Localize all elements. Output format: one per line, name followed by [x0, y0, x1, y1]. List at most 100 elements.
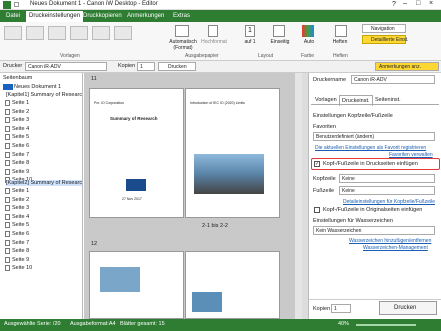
page-icon [5, 248, 10, 255]
tab-datei[interactable]: Datei [3, 11, 23, 22]
page-icon [5, 100, 10, 106]
kopien-input[interactable]: 1 [137, 62, 155, 71]
printer-name-select[interactable]: Canon iR-ADV [351, 75, 435, 84]
tree-page-item[interactable]: Seite 2 [12, 109, 29, 115]
group-ausgabepapier-label: Ausgabepapier [185, 53, 219, 59]
anmerkungen-toggle[interactable]: Anmerkungen anz. [375, 62, 439, 71]
watermark-manage-link[interactable]: Wasserzeichen-Management [363, 245, 428, 251]
layout-icon: 1 [245, 25, 255, 37]
navigation-button[interactable]: Navigation [362, 24, 406, 33]
page-icon [5, 222, 10, 229]
footer-kopien-input[interactable]: 1 [331, 304, 351, 313]
vorlage-2[interactable] [26, 26, 44, 40]
vorlage-6[interactable] [114, 26, 132, 40]
register-favorite-link[interactable]: Die aktuellen Einstellungen als Favorit … [315, 145, 426, 151]
page-number-1: 11 [91, 76, 97, 82]
tree-page-item[interactable]: Seite 8 [12, 160, 29, 166]
tree-page-item[interactable]: Seite 2 [12, 197, 29, 203]
page-icon [5, 143, 10, 149]
tree-page-item[interactable]: Seite 4 [12, 126, 29, 132]
tree-page-item[interactable]: Seite 1 [12, 188, 29, 194]
page-icon [5, 160, 10, 167]
favoriten-select[interactable]: Benutzerdefiniert (ändern) [313, 132, 435, 141]
tree-page-item[interactable]: Seite 3 [12, 205, 29, 211]
menu-bar: Datei Druckeinstellungen Druckkopieren A… [0, 10, 441, 22]
tab-extras[interactable]: Extras [170, 11, 193, 22]
maximize-button[interactable]: □ [416, 0, 420, 7]
watermark-select[interactable]: Kein Wasserzeichen [313, 226, 435, 235]
anmerkungen-label: Anmerkungen anz. [379, 64, 421, 70]
layout-button[interactable]: auf 1 [240, 39, 260, 45]
preview-page-4[interactable] [185, 251, 280, 319]
tab-seiteninst[interactable]: Seiteninst. [375, 97, 401, 103]
farbe-auto-button[interactable]: Auto [300, 39, 318, 45]
tree-chapter-2[interactable]: [Kapitel2] Summary of Researc [6, 180, 83, 186]
page-icon [5, 168, 10, 175]
kopfzeile-select[interactable]: Keine [339, 174, 435, 183]
heften-button[interactable]: Heften [330, 39, 350, 45]
tree-page-item[interactable]: Seite 8 [12, 248, 29, 254]
preview-scrollbar[interactable] [295, 73, 302, 319]
preview-area[interactable]: 11 Pcr. IO Corporation Summary of Resear… [84, 73, 302, 319]
tree-page-item[interactable]: Seite 5 [12, 222, 29, 228]
tree-page-item[interactable]: Seite 4 [12, 214, 29, 220]
vorlage-3[interactable] [48, 26, 66, 40]
close-button[interactable]: × [429, 0, 433, 7]
drucken-button[interactable]: Drucken [158, 62, 196, 71]
zoom-slider[interactable] [356, 324, 416, 326]
kopien-label: Kopien [118, 63, 136, 69]
print-button-label: Drucken [394, 305, 417, 311]
favoriten-label: Favoriten [313, 124, 336, 130]
color-icon [302, 25, 314, 37]
page-icon [5, 188, 10, 194]
drucker-select[interactable]: Canon iR-ADV [25, 62, 107, 71]
tab-druckkopieren[interactable]: Druckkopieren [80, 11, 125, 22]
header-footer-checkbox[interactable]: ✓ [314, 161, 320, 167]
pane-footer-divider [309, 299, 441, 300]
page-icon [5, 134, 10, 141]
einseitig-button[interactable]: Einseitig [268, 39, 292, 45]
options-bar: Drucker Canon iR-ADV Kopien 1 Drucken An… [0, 61, 441, 73]
status-format: Ausgabeformat:A4 [70, 321, 116, 327]
preview-page-1[interactable]: Pcr. IO Corporation Summary of Research … [89, 88, 184, 218]
tree-page-item[interactable]: Seite 5 [12, 134, 29, 140]
tree-page-item[interactable]: Seite 6 [12, 143, 29, 149]
hochformat-button[interactable]: Hochformat [200, 39, 228, 45]
page-icon [5, 205, 10, 212]
quick-save-icon[interactable] [14, 2, 19, 7]
detail-settings-label: Detaillierte Einst. [371, 37, 409, 43]
detail-settings-button[interactable]: Detaillierte Einst. [362, 35, 409, 44]
tree-page-item[interactable]: Seite 7 [12, 152, 29, 158]
tab-druckeinstellungen[interactable]: Druckeinstellungen [26, 11, 84, 22]
print-button[interactable]: Drucken [379, 301, 437, 315]
fusszeile-select[interactable]: Keine [339, 186, 435, 195]
preview-page-3[interactable] [89, 251, 184, 319]
original-pages-checkbox[interactable] [314, 207, 320, 213]
tab-anmerkungen[interactable]: Anmerkungen [124, 11, 167, 22]
minimize-button[interactable]: – [403, 0, 407, 7]
tab-vorlagen[interactable]: Vorlagen [315, 97, 337, 103]
tree-chapter-1[interactable]: [Kapitel1] Summary of Researc [6, 92, 82, 98]
auto-format-button[interactable]: Automatisch (Format) [168, 39, 198, 51]
tree-page-item[interactable]: Seite 9 [12, 169, 29, 175]
tree-page-item[interactable]: Seite 1 [12, 100, 29, 106]
help-icon[interactable]: ? [392, 1, 396, 8]
tree-page-item[interactable]: Seite 7 [12, 240, 29, 246]
tree-page-item[interactable]: Seite 3 [12, 117, 29, 123]
tree-page-item[interactable]: Seite 6 [12, 231, 29, 237]
header-footer-checkbox-label: Kopf-/Fußzeile in Druckseiten einfügen [323, 161, 418, 167]
header-footer-details-link[interactable]: Detaileinstellungen für Kopfzeile/Fußzei… [343, 199, 435, 205]
zoom-level: 40% [338, 321, 350, 327]
tree-page-item[interactable]: Seite 10 [12, 265, 32, 271]
watermark-add-link[interactable]: Wasserzeichen hinzufügen/entfernen [349, 238, 431, 244]
tree-page-item[interactable]: Seite 9 [12, 257, 29, 263]
group-farbe-label: Farbe [301, 53, 315, 59]
vorlage-4[interactable] [70, 26, 88, 40]
doc-intro: Introduction of IEC IO (2020) Limits [190, 101, 245, 105]
status-sheets: Blätter gesamt: 15 [120, 321, 165, 327]
vorlage-5[interactable] [92, 26, 110, 40]
preview-page-2[interactable]: Introduction of IEC IO (2020) Limits [185, 88, 280, 218]
vorlage-1[interactable] [4, 26, 22, 40]
doc-date: 27 Nov 2017 [122, 197, 142, 201]
tree-root[interactable]: Neues Dokument 1 [14, 84, 61, 90]
